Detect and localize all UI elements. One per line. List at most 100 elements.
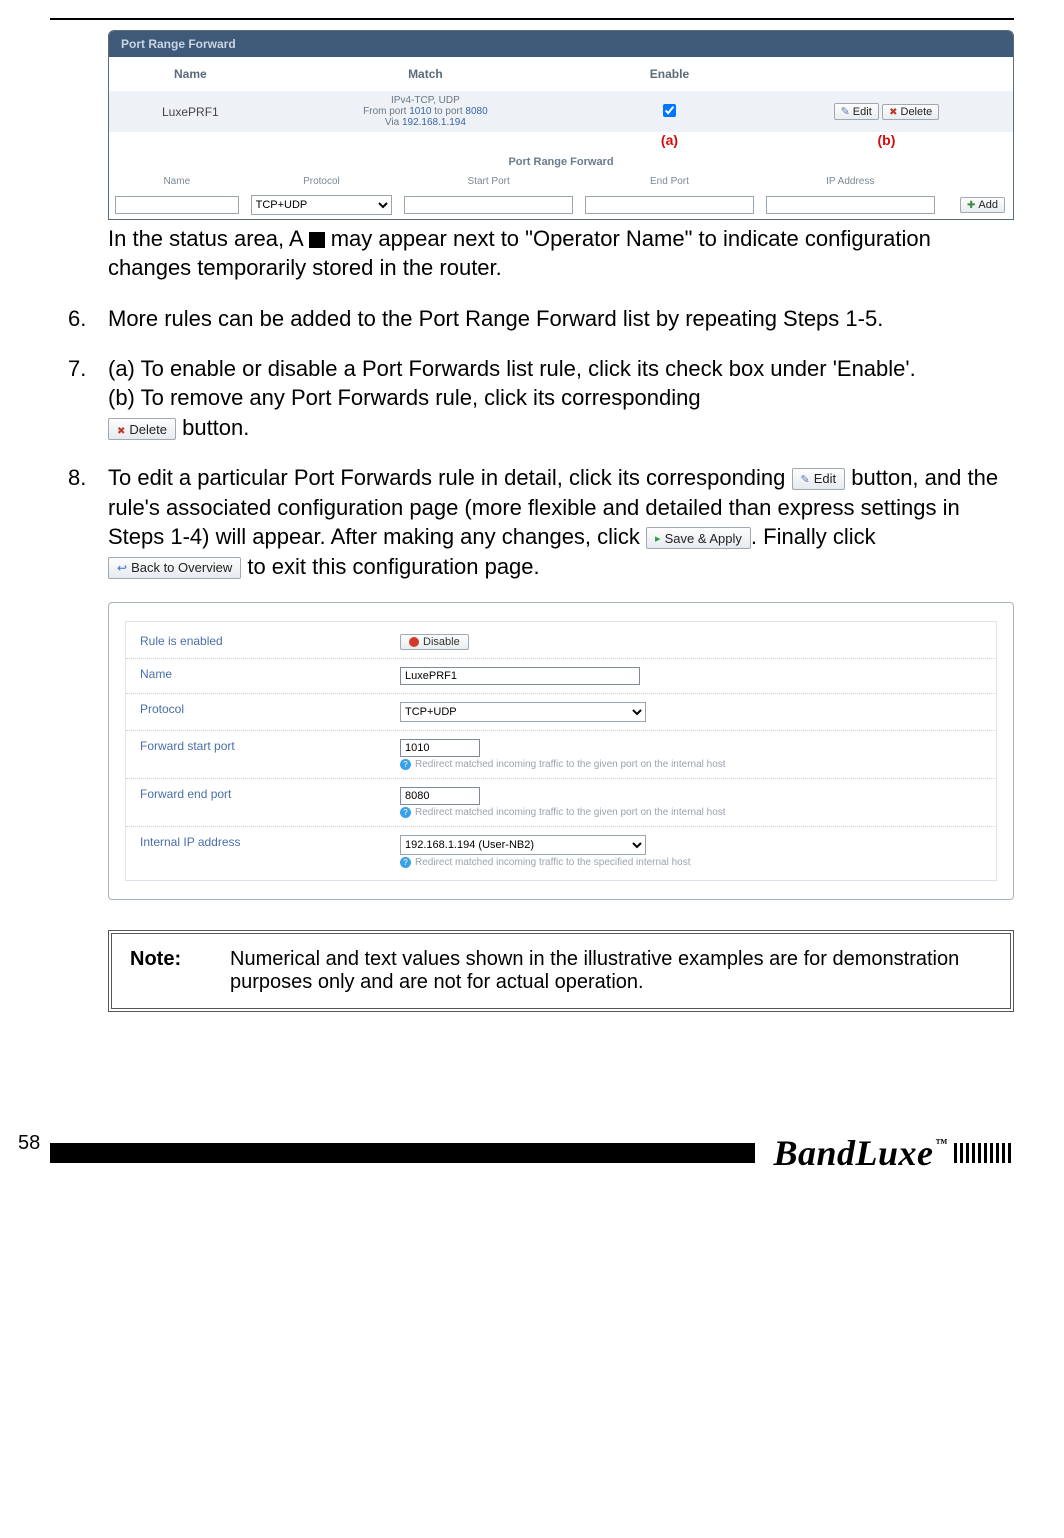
add-label: Add: [978, 199, 998, 211]
match-via-ip: 192.168.1.194: [402, 117, 466, 128]
lbl-protocol-d: Protocol: [140, 702, 400, 716]
match-port-1: 1010: [409, 106, 431, 117]
annotation-b: (b): [760, 132, 1013, 148]
ip-address-input[interactable]: [766, 196, 935, 214]
status-text-1: In the status area, A: [108, 226, 309, 251]
start-port-input[interactable]: [404, 196, 573, 214]
match-line3: Via 192.168.1.194: [278, 117, 573, 128]
enable-checkbox[interactable]: [663, 104, 676, 117]
list-item-7: 7. (a) To enable or disable a Port Forwa…: [68, 354, 1014, 443]
match-port-2: 8080: [465, 106, 487, 117]
name-input[interactable]: [115, 196, 239, 214]
play-icon: [655, 529, 661, 547]
prf-rules-table: Name Match Enable LuxePRF1 IPv4-TCP, UDP…: [109, 57, 1013, 148]
li8-edit-label: Edit: [814, 470, 836, 488]
match-mid: to port: [432, 106, 466, 117]
row-enabled: Rule is enabled Disable: [126, 626, 996, 659]
col-enable: Enable: [579, 57, 760, 91]
add-section-title: Port Range Forward: [109, 148, 1013, 172]
rule-name: LuxePRF1: [109, 91, 272, 132]
lbl-name: Name: [109, 172, 245, 191]
ip-select-detail[interactable]: 192.168.1.194 (User-NB2): [400, 835, 646, 855]
red-dot-icon: [409, 637, 419, 647]
page-top-rule: [50, 18, 1014, 20]
match-line2: From port 1010 to port 8080: [278, 106, 573, 117]
li7-a: (a) To enable or disable a Port Forwards…: [108, 356, 916, 381]
lbl-rule-enabled: Rule is enabled: [140, 634, 400, 648]
start-port-input-detail[interactable]: [400, 739, 480, 757]
delete-button-inline[interactable]: Delete: [108, 418, 176, 440]
back-overview-button-inline[interactable]: Back to Overview: [108, 557, 241, 579]
li7-b-post: button.: [182, 415, 249, 440]
name-input-detail[interactable]: [400, 667, 640, 685]
pencil-icon: [841, 105, 850, 118]
li8-t1: To edit a particular Port Forwards rule …: [108, 465, 792, 490]
page-number: 58: [18, 1132, 40, 1155]
black-square-icon: [309, 232, 325, 248]
li8-t3: . Finally click: [751, 524, 876, 549]
delete-button[interactable]: Delete: [882, 104, 939, 120]
col-name: Name: [109, 57, 272, 91]
lbl-start: Start Port: [398, 172, 579, 191]
edit-button-inline[interactable]: Edit: [792, 468, 846, 490]
panel-title: Port Range Forward: [109, 31, 1013, 57]
annotation-a: (a): [579, 132, 760, 148]
lbl-ip: IP Address: [760, 172, 941, 191]
li8-body: To edit a particular Port Forwards rule …: [108, 463, 1014, 582]
table-row: LuxePRF1 IPv4-TCP, UDP From port 1010 to…: [109, 91, 1013, 132]
li8-save-label: Save & Apply: [665, 530, 742, 548]
li7-body: (a) To enable or disable a Port Forwards…: [108, 354, 916, 443]
add-button[interactable]: Add: [960, 197, 1005, 213]
end-port-input-detail[interactable]: [400, 787, 480, 805]
save-apply-button-inline[interactable]: Save & Apply: [646, 527, 751, 549]
page-footer: 58 BandLuxe ™: [50, 1132, 1014, 1174]
col-match: Match: [272, 57, 579, 91]
row-start: Forward start port ?Redirect matched inc…: [126, 731, 996, 779]
row-protocol: Protocol TCP+UDP: [126, 694, 996, 731]
edit-button[interactable]: Edit: [834, 103, 879, 120]
pencil-icon: [801, 470, 810, 488]
li8-num: 8.: [68, 463, 98, 582]
info-icon: ?: [400, 807, 411, 818]
hint-ip-text: Redirect matched incoming traffic to the…: [415, 857, 691, 868]
lbl-start-d: Forward start port: [140, 739, 400, 753]
protocol-select-detail[interactable]: TCP+UDP: [400, 702, 646, 722]
hint-end: ?Redirect matched incoming traffic to th…: [400, 807, 982, 818]
li8-t4: to exit this configuration page.: [247, 554, 539, 579]
disable-button[interactable]: Disable: [400, 634, 469, 650]
delete-label: Delete: [901, 106, 933, 118]
note-label: Note:: [130, 948, 202, 994]
info-icon: ?: [400, 857, 411, 868]
hint-start: ?Redirect matched incoming traffic to th…: [400, 759, 982, 770]
back-icon: [117, 559, 127, 577]
end-port-input[interactable]: [585, 196, 754, 214]
trademark-icon: ™: [936, 1136, 949, 1151]
row-end: Forward end port ?Redirect matched incom…: [126, 779, 996, 827]
footer-stripes: [954, 1143, 1014, 1163]
list-item-8: 8. To edit a particular Port Forwards ru…: [68, 463, 1014, 582]
list-item-6: 6. More rules can be added to the Port R…: [68, 304, 1014, 334]
note-box: Note: Numerical and text values shown in…: [108, 930, 1014, 1012]
lbl-end-d: Forward end port: [140, 787, 400, 801]
status-sentence: In the status area, A may appear next to…: [108, 224, 1014, 282]
match-via-pre: Via: [385, 117, 402, 128]
add-rule-form: Name Protocol Start Port End Port IP Add…: [109, 172, 1013, 219]
port-range-forward-panel: Port Range Forward Name Match Enable Lux…: [108, 30, 1014, 220]
add-icon: [967, 199, 975, 211]
row-name: Name: [126, 659, 996, 694]
disable-label: Disable: [423, 636, 460, 648]
rule-enable-cell: [579, 91, 760, 132]
rule-match: IPv4-TCP, UDP From port 1010 to port 808…: [272, 91, 579, 132]
rule-actions: Edit Delete: [760, 91, 1013, 132]
footer-bar: [50, 1143, 755, 1163]
hint-ip: ? Redirect matched incoming traffic to th…: [400, 857, 982, 868]
match-from-pre: From port: [363, 106, 409, 117]
x-icon: [117, 421, 125, 439]
protocol-select[interactable]: TCP+UDP: [251, 195, 393, 215]
row-ip: Internal IP address 192.168.1.194 (User-…: [126, 827, 996, 876]
hint-start-text: Redirect matched incoming traffic to the…: [415, 759, 726, 770]
lbl-name-d: Name: [140, 667, 400, 681]
li6-text: More rules can be added to the Port Rang…: [108, 304, 883, 334]
col-actions: [760, 57, 1013, 91]
li7-delete-label: Delete: [129, 421, 167, 439]
